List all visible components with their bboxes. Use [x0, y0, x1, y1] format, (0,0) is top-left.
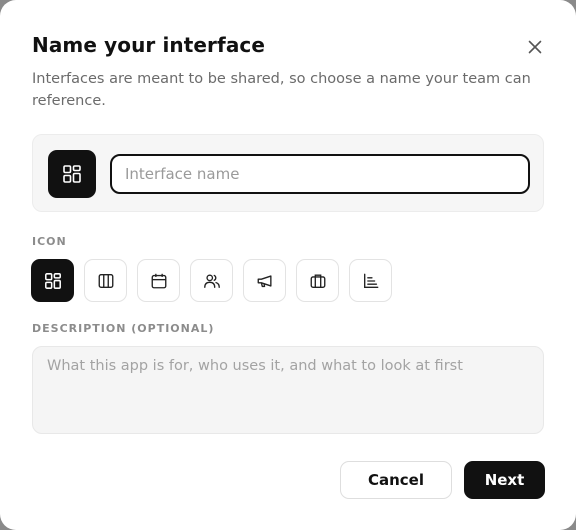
dialog-title: Name your interface — [32, 33, 266, 57]
close-button[interactable] — [524, 36, 546, 58]
icon-picker — [31, 259, 392, 302]
icon-option-columns[interactable] — [84, 259, 127, 302]
icon-section-label: ICON — [32, 235, 67, 248]
users-icon — [203, 273, 220, 288]
icon-option-users[interactable] — [190, 259, 233, 302]
bar-chart-icon — [363, 273, 378, 288]
columns-icon — [98, 273, 113, 288]
icon-option-bar-chart[interactable] — [349, 259, 392, 302]
name-interface-dialog: Name your interface Interfaces are meant… — [0, 0, 576, 530]
next-button[interactable]: Next — [464, 461, 545, 499]
icon-option-megaphone[interactable] — [243, 259, 286, 302]
calendar-icon — [151, 273, 166, 288]
icon-option-briefcase[interactable] — [296, 259, 339, 302]
briefcase-icon — [310, 273, 325, 288]
icon-option-grid-layout[interactable] — [31, 259, 74, 302]
selected-icon-preview[interactable] — [48, 150, 96, 198]
interface-name-input[interactable] — [110, 154, 530, 194]
close-icon — [528, 40, 542, 54]
grid-layout-icon — [63, 165, 81, 183]
icon-option-calendar[interactable] — [137, 259, 180, 302]
cancel-button[interactable]: Cancel — [340, 461, 452, 499]
dialog-subtitle: Interfaces are meant to be shared, so ch… — [32, 71, 531, 109]
description-section-label: DESCRIPTION (OPTIONAL) — [32, 322, 215, 335]
grid-layout-icon — [44, 272, 61, 289]
megaphone-icon — [257, 274, 272, 287]
description-textarea[interactable] — [32, 346, 544, 434]
name-card — [32, 134, 544, 212]
